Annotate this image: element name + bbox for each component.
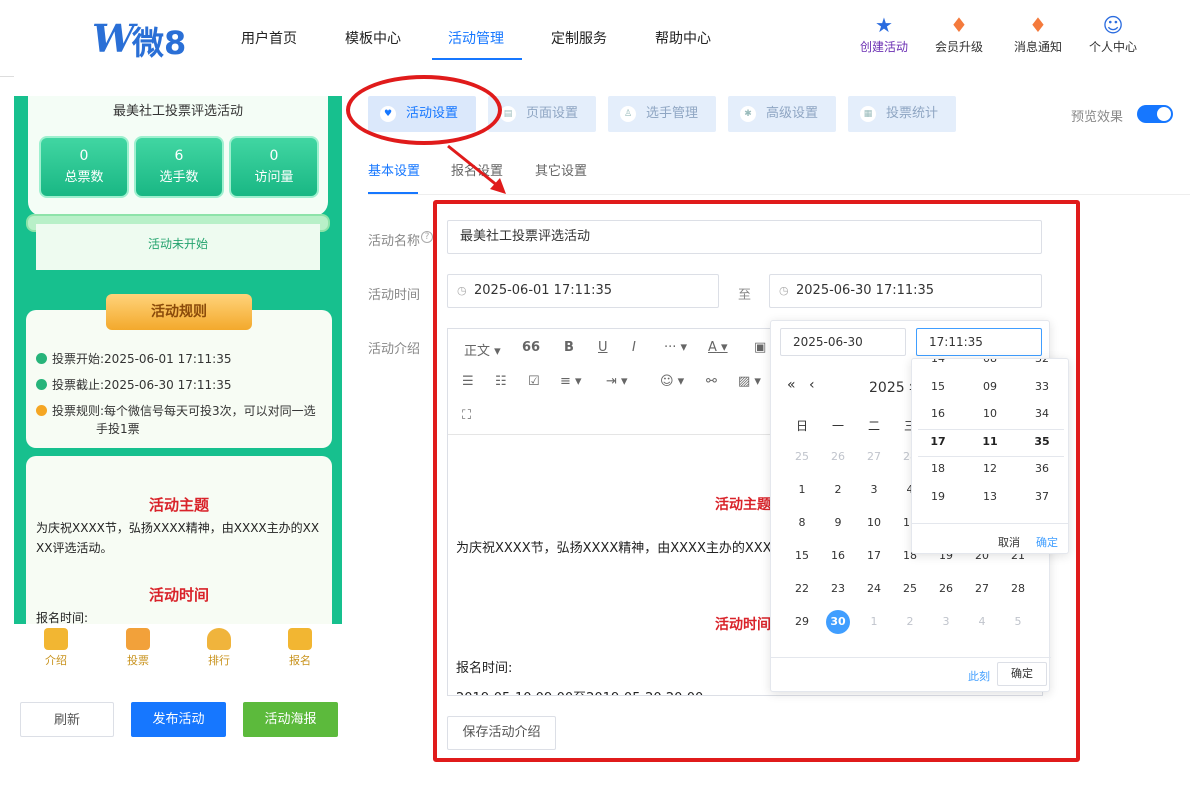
stat-total-votes: 0 总票数 bbox=[39, 136, 129, 198]
activity-name-label: 活动名称 bbox=[368, 234, 421, 249]
tab-vote-stats[interactable]: ▦ 投票统计 bbox=[848, 96, 956, 132]
tab-label: 投票统计 bbox=[886, 106, 939, 121]
time-text: 报名时间: bbox=[36, 611, 89, 624]
bell-icon: ♦ bbox=[1029, 13, 1047, 37]
nav-custom-service[interactable]: 定制服务 bbox=[551, 28, 607, 48]
theme-card: 活动主题 为庆祝XXXX节，弘扬XXXX精神，由XXXX主办的XX XX评选活动… bbox=[26, 456, 332, 624]
subtab-basic[interactable]: 基本设置 bbox=[368, 160, 420, 179]
top-header: W 微8 用户首页 模板中心 活动管理 定制服务 帮助中心 ★ 创建活动 ♦ 会… bbox=[0, 0, 1200, 76]
stat-visits: 0 访问量 bbox=[229, 136, 319, 198]
stat-value: 6 bbox=[174, 148, 184, 164]
theme-text: 为庆祝XXXX节，弘扬XXXX精神，由XXXX主办的XX bbox=[36, 521, 320, 535]
tab-label: 投票 bbox=[127, 654, 149, 667]
nav-active-underline bbox=[432, 58, 522, 60]
create-activity-button[interactable]: ★ 创建活动 bbox=[849, 14, 919, 55]
tab-label: 报名 bbox=[289, 654, 311, 667]
tab-register[interactable]: 报名 bbox=[270, 628, 330, 668]
rule-value: 每个微信号每天可投3次，可以对同一选手投1票 bbox=[96, 404, 316, 436]
rule-label: 投票规则: bbox=[52, 404, 105, 418]
notifications-label: 消息通知 bbox=[1013, 40, 1062, 54]
time-title: 活动时间 bbox=[148, 586, 209, 604]
member-upgrade-label: 会员升级 bbox=[934, 40, 983, 54]
logo-text: 微8 bbox=[132, 24, 187, 62]
activity-intro-label: 活动介绍 bbox=[368, 342, 421, 357]
tab-advanced-settings[interactable]: ✱ 高级设置 bbox=[728, 96, 836, 132]
stat-contestants: 6 选手数 bbox=[134, 136, 224, 198]
nav-templates[interactable]: 模板中心 bbox=[345, 28, 401, 48]
header-divider bbox=[0, 76, 14, 77]
rule-value: 2025-06-01 17:11:35 bbox=[104, 352, 232, 366]
intro-icon bbox=[44, 628, 68, 650]
logo-letter: W bbox=[92, 16, 135, 61]
tab-ranking[interactable]: 排行 bbox=[189, 628, 249, 668]
activity-time-label: 活动时间 bbox=[368, 288, 421, 303]
rule-start: 投票开始:2025-06-01 17:11:35 bbox=[36, 350, 232, 368]
annotation-box bbox=[433, 200, 1080, 762]
star-icon: ★ bbox=[875, 13, 893, 37]
poster-button[interactable]: 活动海报 bbox=[243, 702, 338, 737]
stat-label: 选手数 bbox=[159, 170, 199, 185]
annotation-ellipse bbox=[346, 75, 502, 145]
personal-center-button[interactable]: ☺ 个人中心 bbox=[1078, 14, 1148, 55]
tab-vote[interactable]: 投票 bbox=[108, 628, 168, 668]
tab-label: 排行 bbox=[208, 654, 230, 667]
create-activity-label: 创建活动 bbox=[859, 40, 908, 54]
notifications-button[interactable]: ♦ 消息通知 bbox=[1003, 14, 1073, 55]
tab-contestant-management[interactable]: ♙ 选手管理 bbox=[608, 96, 716, 132]
vote-icon bbox=[126, 628, 150, 650]
stat-value: 0 bbox=[79, 148, 89, 164]
phone-preview[interactable]: 最美社工投票评选活动 0 总票数 6 选手数 0 访问量 活动未开始 投票开始:… bbox=[14, 96, 342, 624]
nav-activity-management[interactable]: 活动管理 bbox=[448, 28, 504, 48]
register-icon bbox=[288, 628, 312, 650]
logo[interactable]: W 微8 bbox=[92, 14, 192, 62]
tab-label: 高级设置 bbox=[766, 106, 819, 121]
person-icon: ♙ bbox=[620, 106, 636, 122]
rule-label: 投票截止: bbox=[52, 378, 105, 392]
subtab-other[interactable]: 其它设置 bbox=[535, 160, 587, 179]
preview-title: 最美社工投票评选活动 bbox=[112, 104, 243, 119]
info-icon bbox=[36, 405, 47, 416]
help-icon[interactable]: ? bbox=[421, 231, 433, 243]
activity-status: 活动未开始 bbox=[36, 224, 320, 270]
rule-label: 投票开始: bbox=[52, 352, 105, 366]
clock-icon bbox=[36, 353, 47, 364]
publish-button[interactable]: 发布活动 bbox=[131, 702, 226, 737]
tab-label: 页面设置 bbox=[526, 106, 579, 121]
theme-title: 活动主题 bbox=[148, 496, 209, 514]
preview-label: 预览效果 bbox=[1071, 110, 1124, 125]
vip-icon: ♦ bbox=[950, 13, 968, 37]
nav-help[interactable]: 帮助中心 bbox=[655, 28, 711, 48]
rule-limit: 投票规则:每个微信号每天可投3次，可以对同一选手投1票 bbox=[36, 402, 326, 438]
toggle-knob bbox=[1157, 107, 1171, 121]
stat-label: 访问量 bbox=[254, 170, 294, 185]
rule-value: 2025-06-30 17:11:35 bbox=[104, 378, 232, 392]
stat-value: 0 bbox=[269, 148, 279, 164]
theme-text-cont: XX评选活动。 bbox=[36, 541, 113, 555]
tab-label: 介绍 bbox=[45, 654, 67, 667]
settings-icon: ✱ bbox=[740, 106, 756, 122]
rules-card: 投票开始:2025-06-01 17:11:35 投票截止:2025-06-30… bbox=[26, 310, 332, 448]
user-icon: ☺ bbox=[1102, 13, 1124, 37]
tab-page-settings[interactable]: ▤ 页面设置 bbox=[488, 96, 596, 132]
trophy-icon bbox=[207, 628, 231, 650]
stat-label: 总票数 bbox=[64, 170, 104, 185]
clock-icon bbox=[36, 379, 47, 390]
member-upgrade-button[interactable]: ♦ 会员升级 bbox=[924, 14, 994, 55]
tab-label: 选手管理 bbox=[646, 106, 699, 121]
subtab-active-line bbox=[368, 192, 418, 194]
stats-icon: ▦ bbox=[860, 106, 876, 122]
tab-intro[interactable]: 介绍 bbox=[26, 628, 86, 668]
refresh-button[interactable]: 刷新 bbox=[20, 702, 114, 737]
rules-ribbon: 活动规则 bbox=[106, 294, 252, 330]
page-icon: ▤ bbox=[500, 106, 516, 122]
nav-home[interactable]: 用户首页 bbox=[241, 28, 297, 48]
rule-end: 投票截止:2025-06-30 17:11:35 bbox=[36, 376, 232, 394]
personal-center-label: 个人中心 bbox=[1088, 40, 1137, 54]
